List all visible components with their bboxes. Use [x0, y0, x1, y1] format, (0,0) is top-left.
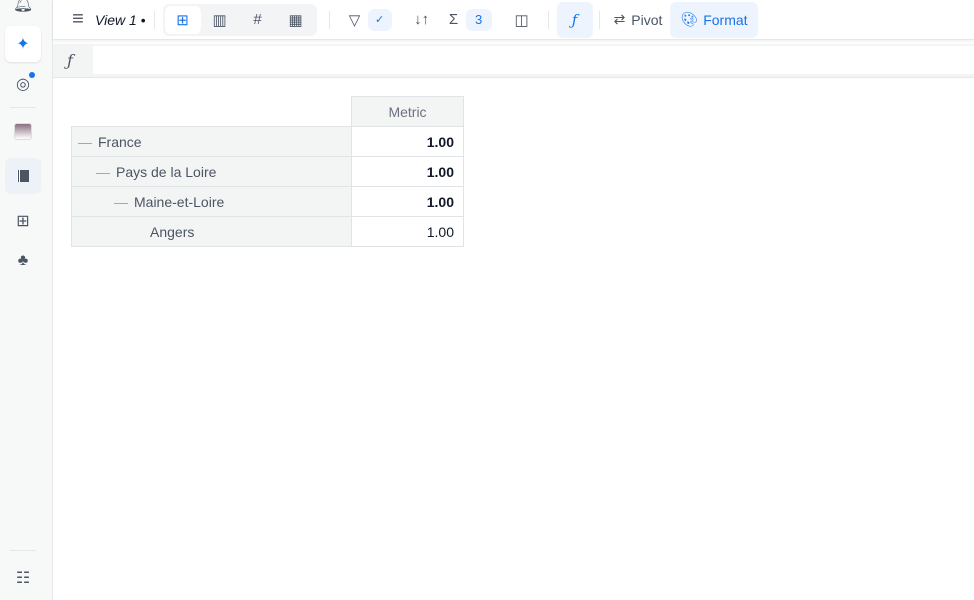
collapse-icon[interactable]: — — [78, 134, 92, 150]
table-row: — France 1.00 — [71, 126, 464, 157]
formula-toggle-icon[interactable]: ƒ — [556, 1, 593, 38]
metric-value: 1.00 — [351, 126, 464, 157]
metric-value: 1.00 — [351, 186, 464, 217]
fx-icon: ƒ — [67, 51, 73, 70]
pivot-label: Pivot — [631, 11, 663, 28]
filter-active-badge[interactable]: ✓ — [367, 8, 392, 31]
gradient-swatch-icon[interactable] — [5, 113, 41, 149]
metric-value: 1.00 — [351, 216, 464, 247]
row-label: France — [98, 133, 142, 150]
toolbar: ≡ View 1 • ⊞ ▥ # ▦ ▽ ✓ ↓↑ Σ 3 ◫ ƒ ⇄ Pivot… — [53, 0, 974, 40]
row-label: Pays de la Loire — [116, 163, 217, 180]
metric-value: 1.00 — [351, 156, 464, 187]
checklist-icon[interactable]: ☷ — [5, 560, 41, 596]
row-label: Maine-et-Loire — [134, 193, 225, 210]
row-label: Angers — [150, 223, 195, 240]
row-label-cell: Angers — [71, 216, 352, 247]
collapse-icon[interactable]: — — [114, 194, 128, 210]
grid-apps-icon[interactable]: ⊞ — [5, 203, 41, 239]
pivot-icon: ⇄ — [613, 11, 626, 27]
bell-icon[interactable]: 🔔︎ — [5, 0, 41, 22]
pivot-button[interactable]: ⇄ Pivot — [606, 4, 671, 36]
filter-icon[interactable]: ▽ — [342, 4, 368, 36]
palette-icon: 🎨︎ — [680, 11, 699, 27]
collapse-icon[interactable]: — — [96, 164, 110, 180]
formula-bar: ƒ — [53, 44, 974, 78]
network-icon[interactable]: ♣ — [5, 243, 41, 279]
format-button[interactable]: 🎨︎ Format — [670, 1, 758, 38]
format-label: Format — [703, 11, 748, 28]
aggregations-count[interactable]: 3 — [465, 8, 492, 31]
menu-icon[interactable]: ≡ — [63, 4, 93, 36]
sigma-icon[interactable]: Σ — [442, 4, 466, 36]
formula-input[interactable] — [93, 46, 974, 74]
pivot-table: Metric — France 1.00— Pays de la Loire 1.00—… — [71, 96, 464, 247]
column-header-metric[interactable]: Metric — [351, 96, 464, 127]
check-circle-icon[interactable]: ◎ — [5, 66, 41, 102]
number-view-icon[interactable]: # — [239, 6, 277, 34]
sidebar: 🔔︎ ✦ ◎ ⊞ ♣ ☷ — [0, 0, 53, 600]
row-label-cell: — France — [71, 126, 352, 157]
sort-icon[interactable]: ↓↑ — [402, 4, 442, 36]
table-row: Angers 1.00 — [71, 216, 464, 247]
row-label-cell: — Maine-et-Loire — [71, 186, 352, 217]
layout-icon[interactable]: ◫ — [504, 4, 540, 36]
table-row: — Maine-et-Loire 1.00 — [71, 186, 464, 217]
row-label-cell: — Pays de la Loire — [71, 156, 352, 187]
table-row: — Pays de la Loire 1.00 — [71, 156, 464, 187]
table-view-icon[interactable]: ⊞ — [164, 5, 201, 34]
view-type-group: ⊞ ▥ # ▦ — [162, 3, 317, 36]
pivot-table-view-icon[interactable]: ▦ — [277, 6, 315, 34]
chart-view-icon[interactable]: ▥ — [201, 6, 239, 34]
ai-sparkle-icon[interactable]: ✦ — [5, 26, 41, 62]
panel-icon[interactable] — [5, 158, 41, 194]
view-title[interactable]: View 1 • — [95, 4, 146, 36]
